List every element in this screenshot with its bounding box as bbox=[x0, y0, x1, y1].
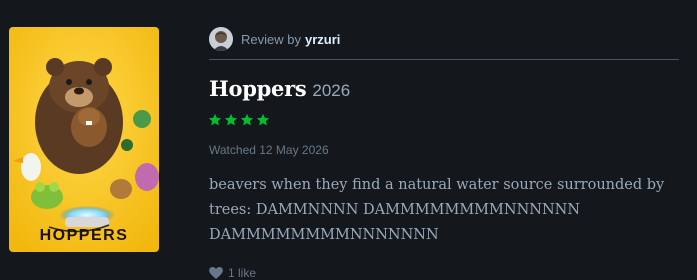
likes[interactable]: 1 like bbox=[209, 266, 256, 280]
review-body: beavers when they find a natural water s… bbox=[209, 173, 689, 248]
star-icon bbox=[240, 113, 254, 127]
film-year[interactable]: 2026 bbox=[312, 81, 350, 100]
rating bbox=[208, 113, 270, 127]
review-by: Review by yrzuri bbox=[241, 27, 340, 53]
review-header: Review by yrzuri bbox=[209, 27, 679, 60]
poster-artwork: HOPPERS bbox=[9, 27, 159, 252]
heart-icon[interactable] bbox=[209, 267, 223, 279]
poster-title: HOPPERS bbox=[40, 227, 129, 244]
avatar-image bbox=[209, 27, 233, 51]
review-by-prefix: Review by bbox=[241, 32, 301, 47]
watched-date[interactable]: Watched 12 May 2026 bbox=[209, 143, 329, 157]
star-icon bbox=[224, 113, 238, 127]
star-icon bbox=[208, 113, 222, 127]
likes-count: 1 like bbox=[228, 266, 257, 280]
film-title[interactable]: Hoppers bbox=[209, 76, 307, 101]
film-title-line: Hoppers 2026 bbox=[209, 76, 350, 101]
avatar[interactable] bbox=[209, 27, 233, 51]
star-icon bbox=[256, 113, 270, 127]
reviewer-username[interactable]: yrzuri bbox=[305, 32, 340, 47]
film-poster[interactable]: HOPPERS bbox=[9, 27, 159, 252]
review-text: beavers when they find a natural water s… bbox=[209, 177, 665, 243]
